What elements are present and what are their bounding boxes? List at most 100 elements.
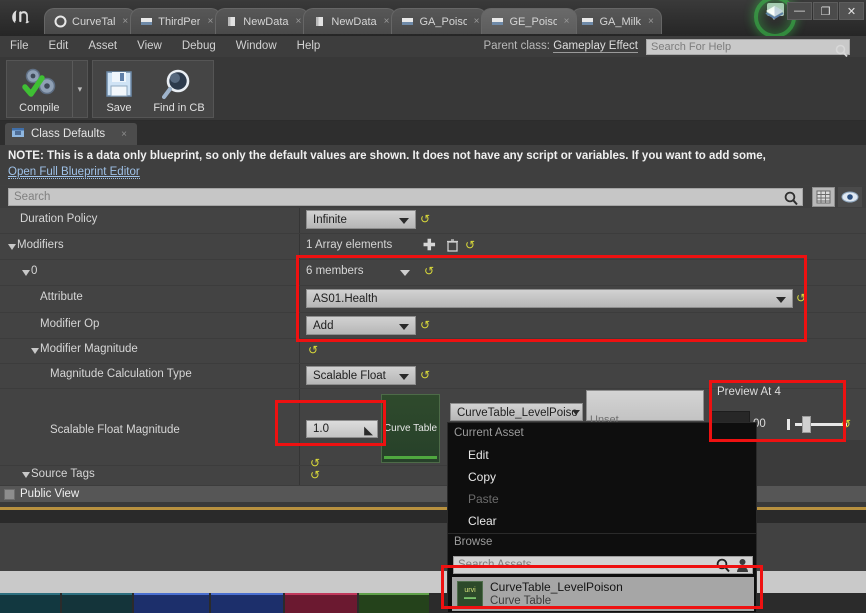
revert-icon[interactable]: ↺: [796, 292, 808, 304]
public-view-checkbox[interactable]: [4, 488, 15, 500]
menu-edit[interactable]: Edit: [39, 36, 79, 57]
compile-group: Compile ▾: [6, 60, 88, 118]
chevron-down-icon: [572, 410, 580, 415]
revert-icon[interactable]: ↺: [308, 344, 320, 356]
row-duration-policy: Duration Policy Infinite ↺: [0, 208, 866, 234]
asset-icon-bottom-text: ▬▬: [464, 594, 476, 601]
find-in-cb-button[interactable]: Find in CB: [145, 61, 213, 117]
chevron-expand-icon[interactable]: [22, 270, 30, 276]
menu-file[interactable]: File: [0, 36, 39, 57]
close-icon[interactable]: ×: [474, 16, 480, 27]
browse-section-label: Browse: [454, 536, 493, 548]
editor-tab-strip[interactable]: CurveTal × ThirdPer × NewData × NewData …: [44, 4, 662, 34]
help-search-input[interactable]: Search For Help: [646, 39, 850, 58]
menu-item-paste: Paste: [468, 492, 499, 506]
revert-icon[interactable]: ↺: [420, 319, 432, 331]
book-icon: [401, 15, 414, 28]
epic-launcher-icon[interactable]: [765, 5, 784, 22]
menu-asset[interactable]: Asset: [78, 36, 127, 57]
maximize-button[interactable]: ❐: [813, 2, 838, 20]
close-icon[interactable]: ×: [384, 16, 390, 27]
tab-ga-poison[interactable]: GA_Poiso ×: [391, 8, 488, 34]
window-controls[interactable]: — ❐ ✕: [787, 2, 864, 20]
curve-table-thumbnail[interactable]: Curve Table: [381, 394, 440, 463]
taskbar-item[interactable]: [62, 593, 132, 613]
modifier-op-combo[interactable]: Add: [306, 316, 416, 335]
tab-newdatatable-1[interactable]: NewData ×: [215, 8, 310, 34]
tab-ga-milk[interactable]: GA_Milk ×: [571, 8, 662, 34]
revert-icon[interactable]: ↺: [310, 469, 322, 481]
chevron-expand-icon[interactable]: [8, 244, 16, 250]
parent-class-value[interactable]: Gameplay Effect: [553, 40, 638, 53]
close-icon[interactable]: ×: [564, 16, 570, 27]
menu-view[interactable]: View: [127, 36, 172, 57]
asset-icon-top-text: urvi: [464, 586, 476, 594]
close-icon[interactable]: ×: [648, 16, 654, 27]
preview-slider-knob[interactable]: [802, 416, 811, 433]
source-tags-label: Source Tags: [31, 468, 95, 480]
menu-debug[interactable]: Debug: [172, 36, 226, 57]
menu-bar: File Edit Asset View Debug Window Help P…: [0, 36, 866, 58]
revert-icon[interactable]: ↺: [420, 369, 432, 381]
scalable-float-value-input[interactable]: 1.0 ◣: [306, 420, 378, 438]
taskbar-item[interactable]: [359, 593, 429, 613]
tab-curvetable[interactable]: CurveTal ×: [44, 8, 137, 34]
taskbar-item[interactable]: [285, 593, 357, 613]
element-members-combo[interactable]: 6 members: [306, 262, 416, 281]
modifier-op-label: Modifier Op: [40, 318, 100, 330]
taskbar-item[interactable]: [0, 593, 60, 613]
duration-policy-combo[interactable]: Infinite: [306, 210, 416, 229]
duration-policy-label: Duration Policy: [20, 213, 98, 225]
close-icon[interactable]: ×: [207, 16, 213, 27]
data-only-blueprint-note: NOTE: This is a data only blueprint, so …: [0, 145, 866, 185]
save-button[interactable]: Save: [93, 61, 145, 117]
book-icon: [491, 15, 504, 28]
property-search-row: Search: [0, 186, 866, 208]
close-icon[interactable]: ×: [296, 16, 302, 27]
tab-thirdperson[interactable]: ThirdPer ×: [130, 8, 222, 34]
asset-search-input[interactable]: Search Assets: [453, 556, 753, 574]
menu-item-copy[interactable]: Copy: [448, 466, 756, 488]
close-button[interactable]: ✕: [839, 2, 864, 20]
public-view-label: Public View: [20, 488, 80, 500]
user-filter-icon[interactable]: [736, 558, 749, 579]
asset-context-menu: Current Asset Edit Copy Paste Clear: [447, 422, 757, 540]
menu-item-edit[interactable]: Edit: [448, 444, 756, 466]
taskbar-item[interactable]: [211, 593, 283, 613]
menu-window[interactable]: Window: [226, 36, 287, 57]
tab-label: GA_Poiso: [419, 15, 467, 28]
tab-class-defaults[interactable]: Class Defaults ×: [5, 123, 137, 145]
tab-ge-poison[interactable]: GE_Poiso ×: [481, 8, 578, 34]
taskbar-item[interactable]: [134, 593, 209, 613]
chevron-down-icon: [399, 324, 409, 330]
compile-dropdown-caret[interactable]: ▾: [71, 61, 87, 117]
delete-icon[interactable]: [447, 239, 458, 255]
book-icon: [581, 15, 594, 28]
datatable-icon: [313, 15, 326, 28]
curve-table-asset-icon: urvi ▬▬: [457, 581, 483, 607]
tab-newdatatable-2[interactable]: NewData ×: [303, 8, 398, 34]
compile-button[interactable]: Compile: [7, 61, 72, 117]
add-element-icon[interactable]: ✚: [423, 238, 436, 253]
asset-list-item[interactable]: urvi ▬▬ CurveTable_LevelPoison Curve Tab…: [452, 577, 754, 611]
revert-icon[interactable]: ↺: [841, 418, 853, 430]
menu-item-clear[interactable]: Clear: [448, 510, 756, 532]
eye-visibility-icon[interactable]: [838, 187, 862, 207]
chevron-expand-icon[interactable]: [22, 472, 30, 478]
magnitude-calculation-type-label: Magnitude Calculation Type: [50, 368, 192, 380]
search-input[interactable]: Search: [8, 188, 803, 206]
drag-handle-icon[interactable]: ◣: [364, 423, 373, 440]
revert-icon[interactable]: ↺: [465, 239, 477, 251]
close-icon[interactable]: ×: [121, 129, 127, 140]
close-icon[interactable]: ×: [122, 16, 128, 27]
revert-icon[interactable]: ↺: [420, 213, 432, 225]
grid-view-icon[interactable]: [812, 187, 835, 207]
magnitude-calculation-type-combo[interactable]: Scalable Float: [306, 366, 416, 385]
menu-help[interactable]: Help: [287, 36, 331, 57]
minimize-button[interactable]: —: [787, 2, 812, 20]
revert-icon[interactable]: ↺: [424, 265, 436, 277]
attribute-combo[interactable]: AS01.Health: [306, 289, 793, 308]
curve-table-asset-combo[interactable]: CurveTable_LevelPoiso: [450, 403, 583, 421]
open-full-blueprint-editor-link[interactable]: Open Full Blueprint Editor: [8, 166, 140, 179]
chevron-expand-icon[interactable]: [31, 348, 39, 354]
